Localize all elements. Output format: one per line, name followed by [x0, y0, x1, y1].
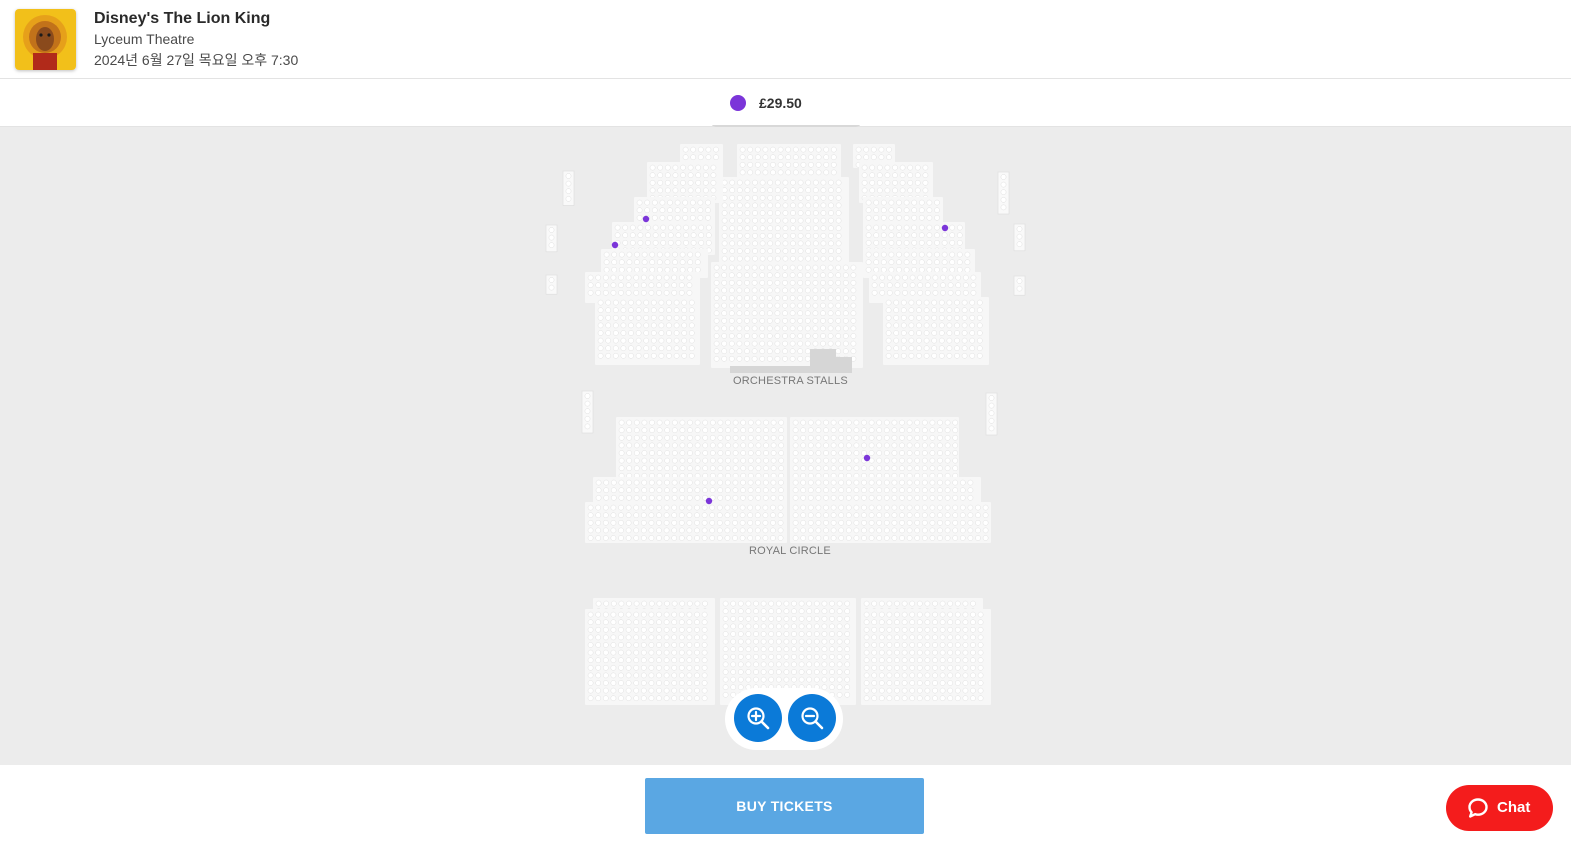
side-box-3	[997, 171, 1010, 215]
price-color-swatch[interactable]	[730, 95, 746, 111]
zoom-in-icon	[747, 707, 770, 730]
available-seat[interactable]	[705, 497, 713, 505]
footer-bar: BUY TICKETS Chat	[0, 765, 1571, 843]
royal-circle-right-band-0	[790, 417, 959, 483]
stalls-center-band-2	[711, 262, 863, 368]
stalls-left-band-6	[595, 297, 700, 365]
side-box-2	[545, 274, 558, 295]
chat-button[interactable]: Chat	[1446, 785, 1553, 831]
section-label-royal-circle: ROYAL CIRCLE	[749, 545, 831, 557]
chat-bubble-icon	[1468, 798, 1488, 818]
seat-map-canvas[interactable]	[0, 127, 1571, 765]
buy-tickets-button[interactable]: BUY TICKETS	[645, 778, 924, 834]
royal-circle-left-band-2	[585, 502, 787, 543]
grand-circle-left-band-1	[585, 609, 715, 705]
royal-circle-left-band-0	[616, 417, 787, 483]
stalls-left-band-1	[647, 162, 723, 203]
price-legend: £29.50	[0, 79, 1571, 131]
sound-desk-step	[836, 357, 852, 366]
available-seat[interactable]	[863, 454, 871, 462]
available-seat[interactable]	[642, 215, 650, 223]
zoom-out-icon	[801, 707, 824, 730]
seat-map[interactable]: ORCHESTRA STALLS ROYAL CIRCLE	[0, 127, 1571, 765]
side-box-0	[562, 170, 575, 206]
side-box-4	[1013, 223, 1026, 252]
stalls-right-band-6	[883, 297, 989, 365]
event-datetime: 2024년 6월 27일 목요일 오후 7:30	[94, 52, 299, 68]
zoom-out-button[interactable]	[788, 694, 836, 742]
side-box-1	[545, 224, 558, 253]
event-venue: Lyceum Theatre	[94, 31, 195, 47]
event-poster	[15, 9, 76, 70]
chat-label: Chat	[1497, 799, 1531, 816]
zoom-in-button[interactable]	[734, 694, 782, 742]
royal-circle-right-band-2	[790, 502, 991, 543]
zoom-controls	[725, 688, 843, 750]
available-seat[interactable]	[941, 224, 949, 232]
event-header: Disney's The Lion King Lyceum Theatre 20…	[0, 0, 1571, 79]
stalls-center-band-1	[719, 177, 849, 268]
stalls-rail	[730, 366, 852, 373]
event-title: Disney's The Lion King	[94, 10, 271, 27]
section-label-orchestra-stalls: ORCHESTRA STALLS	[733, 375, 848, 387]
side-box-6	[581, 390, 594, 434]
price-label[interactable]: £29.50	[759, 95, 802, 111]
side-box-7	[985, 392, 998, 436]
side-box-5	[1013, 275, 1026, 296]
available-seat[interactable]	[611, 241, 619, 249]
stalls-right-band-1	[859, 162, 933, 203]
sound-desk	[810, 349, 836, 366]
grand-circle-right-band-1	[861, 609, 991, 705]
